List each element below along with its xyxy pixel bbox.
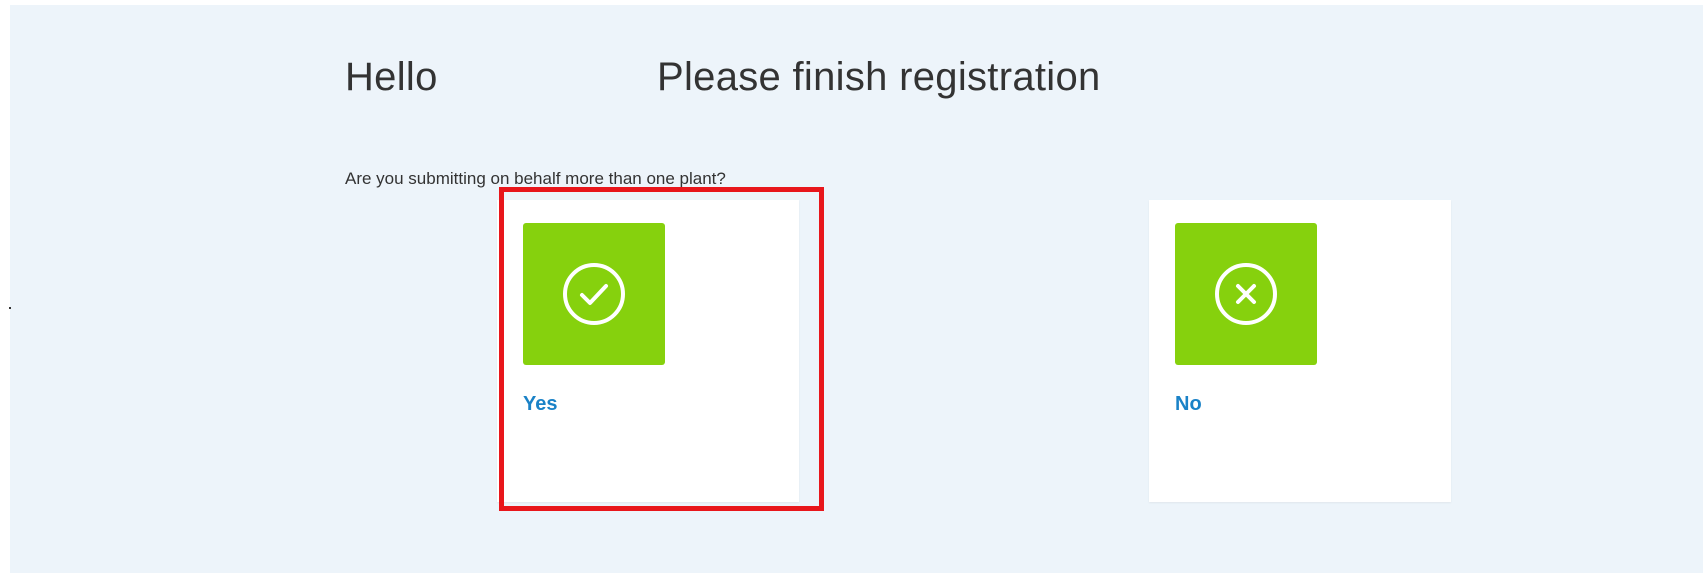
- yes-option-tile: [523, 223, 665, 365]
- check-circle-icon: [563, 263, 625, 325]
- greeting-text: Hello: [345, 55, 438, 99]
- question-text: Are you submitting on behalf more than o…: [345, 169, 726, 188]
- yes-option-label: Yes: [523, 393, 558, 415]
- no-option-tile: [1175, 223, 1317, 365]
- no-option-label: No: [1175, 393, 1202, 415]
- x-circle-icon: [1215, 263, 1277, 325]
- page-title: Please finish registration: [657, 55, 1101, 99]
- stray-dot: [9, 307, 11, 309]
- no-option-card[interactable]: No: [1149, 200, 1451, 502]
- yes-option-card[interactable]: Yes: [497, 200, 799, 502]
